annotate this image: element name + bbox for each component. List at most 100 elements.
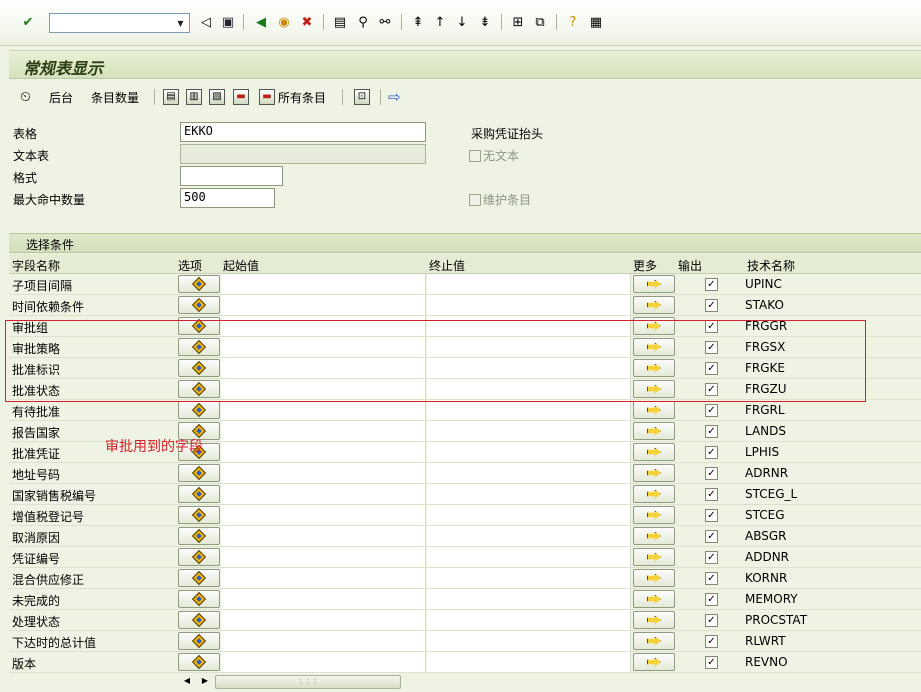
save-icon[interactable]: ▣ (219, 13, 237, 31)
to-value-input[interactable] (427, 589, 631, 609)
multiple-selection-button[interactable] (633, 632, 675, 650)
multiple-selection-button[interactable] (633, 590, 675, 608)
find-icon[interactable]: ⚲ (354, 13, 372, 31)
last-page-icon[interactable]: ⇟ (476, 13, 494, 31)
output-checkbox[interactable]: ✓ (705, 614, 718, 627)
from-value-input[interactable] (221, 295, 426, 315)
to-value-input[interactable] (427, 274, 631, 294)
selection-option-button[interactable] (178, 611, 220, 629)
to-value-input[interactable] (427, 337, 631, 357)
multiple-selection-button[interactable] (633, 464, 675, 482)
layout-input[interactable] (180, 166, 283, 186)
to-value-input[interactable] (427, 400, 631, 420)
to-value-input[interactable] (427, 568, 631, 588)
output-checkbox[interactable]: ✓ (705, 320, 718, 333)
multiple-selection-button[interactable] (633, 569, 675, 587)
from-value-input[interactable] (221, 505, 426, 525)
create-session-icon[interactable]: ⊞ (509, 13, 527, 31)
selection-option-button[interactable] (178, 485, 220, 503)
selection-option-button[interactable] (178, 401, 220, 419)
scroll-right-icon[interactable]: ▶ (198, 675, 212, 687)
from-value-input[interactable] (221, 274, 426, 294)
next-page-icon[interactable]: ↓ (453, 13, 471, 31)
multiple-selection-button[interactable] (633, 401, 675, 419)
output-checkbox[interactable]: ✓ (705, 488, 718, 501)
selection-option-button[interactable] (178, 443, 220, 461)
table-input[interactable]: EKKO (180, 122, 426, 142)
from-value-input[interactable] (221, 379, 426, 399)
output-checkbox[interactable]: ✓ (705, 299, 718, 312)
shortcut-icon[interactable]: ⧉ (531, 13, 549, 31)
output-checkbox[interactable]: ✓ (705, 593, 718, 606)
print-icon[interactable]: ▤ (331, 13, 349, 31)
back-arrow-icon[interactable]: ◁ (197, 13, 215, 31)
selection-option-button[interactable] (178, 548, 220, 566)
multiple-selection-button[interactable] (633, 422, 675, 440)
exit-icon[interactable]: ◉ (275, 13, 293, 31)
selection-option-button[interactable] (178, 653, 220, 671)
output-checkbox[interactable]: ✓ (705, 551, 718, 564)
selection-option-button[interactable] (178, 464, 220, 482)
to-value-input[interactable] (427, 484, 631, 504)
to-value-input[interactable] (427, 631, 631, 651)
from-value-input[interactable] (221, 568, 426, 588)
max-hits-input[interactable]: 500 (180, 188, 275, 208)
execute-button[interactable]: ⏲ (20, 88, 31, 106)
delete-selection-button[interactable]: ▬ (233, 88, 252, 106)
output-checkbox[interactable]: ✓ (705, 404, 718, 417)
from-value-input[interactable] (221, 484, 426, 504)
selection-option-button[interactable] (178, 275, 220, 293)
scroll-thumb[interactable]: ⋮⋮⋮ (215, 675, 401, 689)
from-value-input[interactable] (221, 652, 426, 672)
multiple-selection-button[interactable] (633, 359, 675, 377)
output-checkbox[interactable]: ✓ (705, 383, 718, 396)
output-checkbox[interactable]: ✓ (705, 635, 718, 648)
multiple-selection-button[interactable] (633, 506, 675, 524)
output-checkbox[interactable]: ✓ (705, 362, 718, 375)
first-page-icon[interactable]: ⇞ (409, 13, 427, 31)
from-value-input[interactable] (221, 421, 426, 441)
field-selection-button[interactable]: ⊡ (354, 88, 373, 106)
multiple-selection-button[interactable] (633, 611, 675, 629)
multiple-selection-button[interactable] (633, 548, 675, 566)
command-field[interactable]: ▼ (49, 13, 190, 33)
to-value-input[interactable] (427, 610, 631, 630)
selection-option-button[interactable] (178, 422, 220, 440)
from-value-input[interactable] (221, 589, 426, 609)
output-checkbox[interactable]: ✓ (705, 509, 718, 522)
output-checkbox[interactable]: ✓ (705, 572, 718, 585)
to-value-input[interactable] (427, 652, 631, 672)
selection-option-button[interactable] (178, 359, 220, 377)
to-value-input[interactable] (427, 526, 631, 546)
chevron-down-icon[interactable]: ▼ (172, 14, 189, 32)
selection-option-button[interactable] (178, 506, 220, 524)
find-next-icon[interactable]: ⚯ (376, 13, 394, 31)
cancel-icon[interactable]: ✖ (298, 13, 316, 31)
to-value-input[interactable] (427, 358, 631, 378)
select-block-button[interactable]: ▥ (186, 88, 205, 106)
to-value-input[interactable] (427, 379, 631, 399)
selection-option-button[interactable] (178, 632, 220, 650)
scroll-left-icon[interactable]: ◀ (180, 675, 194, 687)
multiple-selection-button[interactable] (633, 296, 675, 314)
to-value-input[interactable] (427, 442, 631, 462)
from-value-input[interactable] (221, 463, 426, 483)
select-all-button[interactable]: ▤ (163, 88, 182, 106)
back-icon[interactable]: ◀ (252, 13, 270, 31)
output-checkbox[interactable]: ✓ (705, 341, 718, 354)
help-icon[interactable]: ? (564, 13, 582, 31)
multiple-selection-button[interactable] (633, 380, 675, 398)
output-checkbox[interactable]: ✓ (705, 278, 718, 291)
navigate-button[interactable]: ⇨ (388, 88, 401, 106)
enter-icon[interactable]: ✔ (19, 13, 37, 31)
from-value-input[interactable] (221, 358, 426, 378)
to-value-input[interactable] (427, 505, 631, 525)
entry-count-button[interactable]: 条目数量 (91, 88, 139, 106)
output-checkbox[interactable]: ✓ (705, 656, 718, 669)
multiple-selection-button[interactable] (633, 443, 675, 461)
multiple-selection-button[interactable] (633, 338, 675, 356)
output-checkbox[interactable]: ✓ (705, 530, 718, 543)
multiple-selection-button[interactable] (633, 653, 675, 671)
multiple-selection-button[interactable] (633, 527, 675, 545)
selection-option-button[interactable] (178, 590, 220, 608)
